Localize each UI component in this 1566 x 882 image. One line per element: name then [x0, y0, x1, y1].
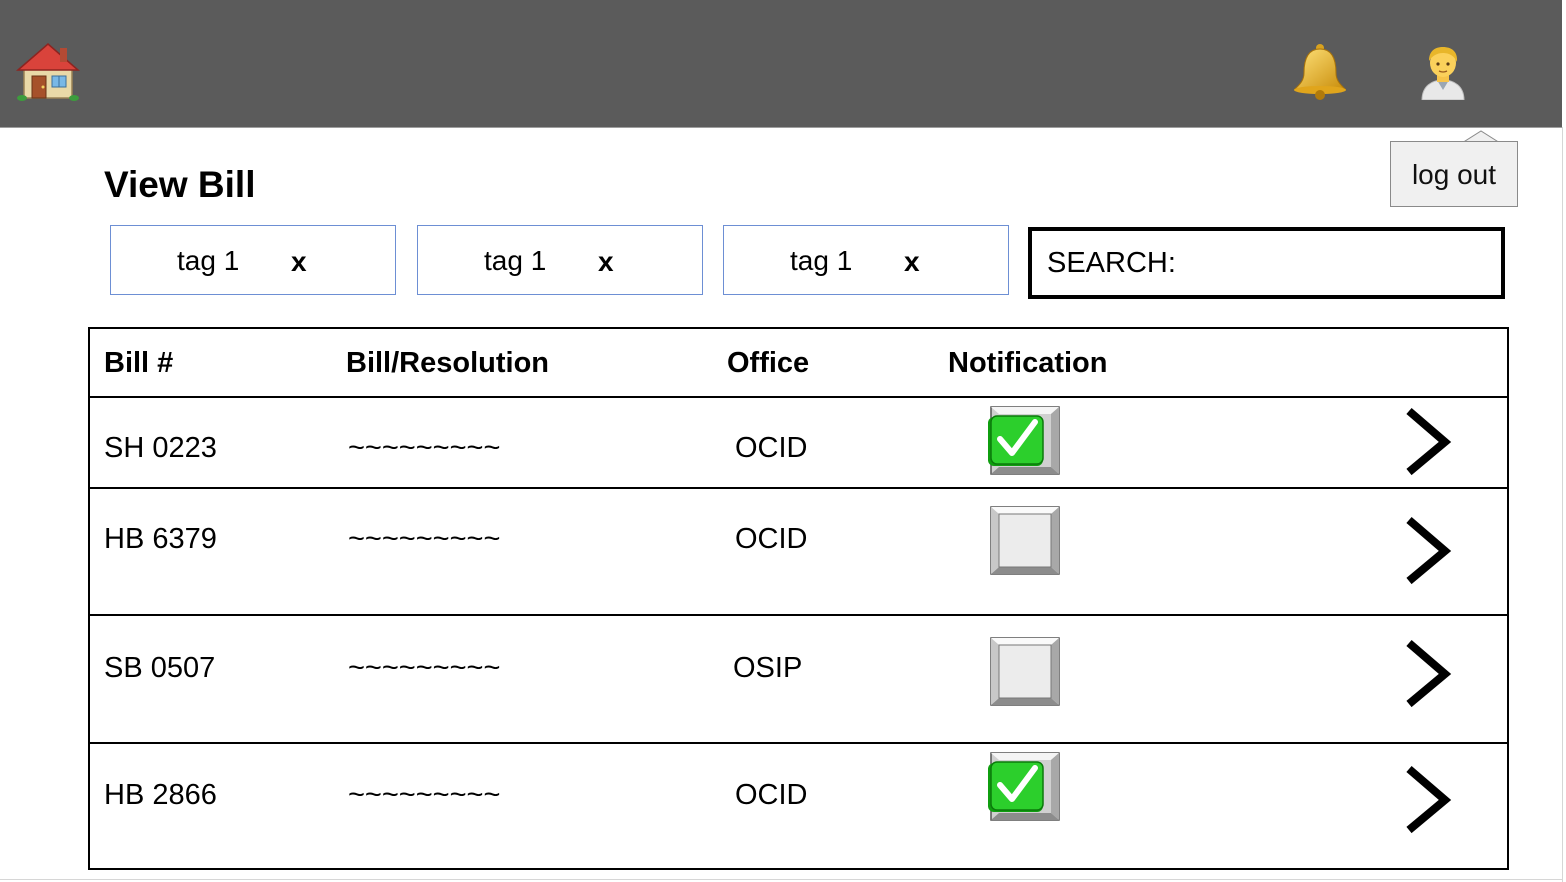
remove-tag-button[interactable]: x	[904, 226, 920, 298]
house-icon	[16, 43, 80, 101]
tag-chip: tag 1 x	[723, 225, 1009, 295]
column-header-bill-number: Bill #	[104, 347, 174, 379]
notification-checkbox[interactable]	[988, 406, 1062, 481]
table-row: SB 0507 ~~~~~~~~~ OSIP	[90, 614, 1507, 742]
bill-number: SB 0507	[104, 652, 216, 684]
open-bill-button[interactable]	[1402, 406, 1454, 481]
table-row: SH 0223 ~~~~~~~~~ OCID	[90, 396, 1507, 487]
bill-number: HB 2866	[104, 779, 217, 811]
logout-button[interactable]: log out	[1390, 141, 1518, 207]
tag-chip: tag 1 x	[110, 225, 396, 295]
checkbox-checked-icon	[988, 752, 1060, 821]
tag-chip: tag 1 x	[417, 225, 703, 295]
office-name: OCID	[735, 779, 808, 811]
person-icon	[1421, 47, 1465, 100]
office-name: OCID	[735, 432, 808, 464]
page-title: View Bill	[104, 164, 256, 205]
tag-label: tag 1	[177, 245, 240, 276]
notification-checkbox[interactable]	[988, 506, 1062, 581]
open-bill-button[interactable]	[1402, 638, 1454, 713]
open-bill-button[interactable]	[1402, 764, 1454, 839]
tag-label: tag 1	[484, 245, 547, 276]
tag-label: tag 1	[790, 245, 853, 276]
view-bill-page: log out View Bill tag 1 x tag 1 x tag 1 …	[0, 0, 1566, 882]
bill-description: ~~~~~~~~~	[348, 779, 501, 811]
office-name: OCID	[735, 523, 808, 555]
table-row: HB 2866 ~~~~~~~~~ OCID	[90, 742, 1507, 868]
notification-checkbox[interactable]	[988, 637, 1062, 712]
home-button[interactable]	[16, 38, 80, 102]
top-bar	[0, 0, 1562, 128]
column-header-notification: Notification	[948, 347, 1108, 379]
profile-button[interactable]	[1418, 44, 1468, 100]
page-bottom-divider	[0, 879, 1562, 880]
checkbox-unchecked-icon	[990, 637, 1060, 706]
notifications-button[interactable]	[1290, 43, 1350, 101]
column-header-office: Office	[727, 347, 810, 379]
bill-description: ~~~~~~~~~	[348, 652, 501, 684]
notification-checkbox[interactable]	[988, 752, 1062, 827]
checkbox-unchecked-icon	[990, 506, 1060, 575]
bill-number: HB 6379	[104, 523, 217, 555]
office-name: OSIP	[733, 652, 803, 684]
table-row: HB 6379 ~~~~~~~~~ OCID	[90, 487, 1507, 614]
bill-number: SH 0223	[104, 432, 217, 464]
search-input[interactable]	[1175, 247, 1501, 279]
bill-description: ~~~~~~~~~	[348, 432, 501, 464]
page-edge-divider	[1562, 127, 1563, 882]
remove-tag-button[interactable]: x	[598, 226, 614, 298]
remove-tag-button[interactable]: x	[291, 226, 307, 298]
table-header-row: Bill # Bill/Resolution Office Notificati…	[90, 329, 1507, 396]
chevron-right-icon	[1406, 765, 1452, 834]
bill-table: Bill # Bill/Resolution Office Notificati…	[88, 327, 1509, 870]
checkbox-checked-icon	[988, 406, 1060, 475]
search-label: SEARCH:	[1047, 246, 1176, 279]
search-box: SEARCH:	[1028, 227, 1505, 299]
bill-description: ~~~~~~~~~	[348, 523, 501, 555]
chevron-right-icon	[1406, 516, 1452, 585]
bell-icon	[1293, 44, 1347, 100]
chevron-right-icon	[1406, 407, 1452, 476]
chevron-right-icon	[1406, 639, 1452, 708]
open-bill-button[interactable]	[1402, 515, 1454, 590]
column-header-bill-resolution: Bill/Resolution	[346, 347, 549, 379]
